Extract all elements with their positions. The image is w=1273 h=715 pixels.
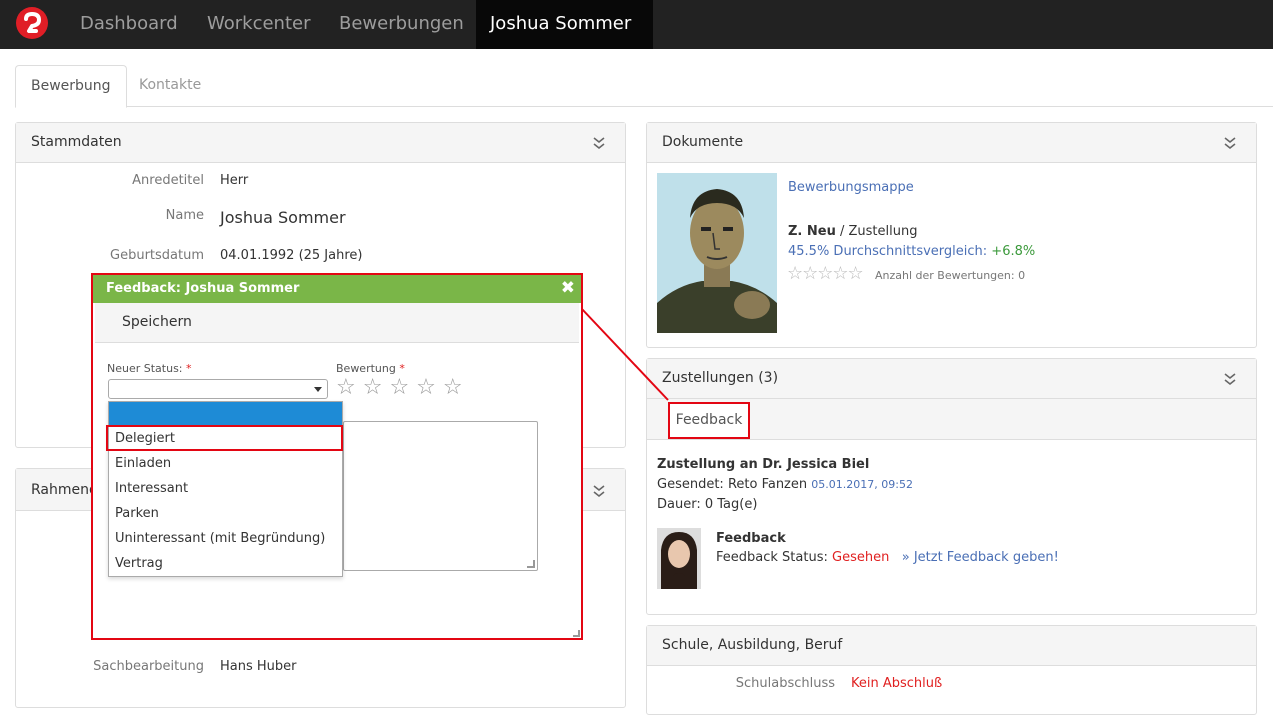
- dialog-header: Feedback: Joshua Sommer ✖: [93, 275, 581, 303]
- resize-grip-icon[interactable]: [527, 560, 535, 568]
- status-option-empty[interactable]: [109, 402, 342, 425]
- status-select[interactable]: [108, 379, 328, 399]
- dropdown-arrow-icon: [314, 387, 322, 392]
- required-marker: *: [186, 362, 192, 375]
- dialog-resize-grip-icon[interactable]: [573, 630, 580, 637]
- feedback-dialog: Feedback: Joshua Sommer ✖ Speichern Neue…: [91, 273, 583, 640]
- rating-label: Bewertung *: [336, 362, 405, 375]
- save-button[interactable]: Speichern: [122, 314, 192, 330]
- status-option-interessant[interactable]: Interessant: [109, 476, 342, 501]
- rating-star-input[interactable]: ☆☆☆☆☆: [336, 375, 470, 401]
- status-option-parken[interactable]: Parken: [109, 501, 342, 526]
- status-label: Neuer Status: *: [107, 362, 192, 375]
- feedback-textarea[interactable]: [343, 421, 538, 571]
- dialog-title: Feedback: Joshua Sommer: [106, 281, 300, 296]
- status-label-text: Neuer Status:: [107, 362, 183, 375]
- rating-label-text: Bewertung: [336, 362, 396, 375]
- highlight-box: [106, 425, 343, 451]
- status-option-einladen[interactable]: Einladen: [109, 451, 342, 476]
- status-option-vertrag[interactable]: Vertrag: [109, 551, 342, 576]
- dialog-toolbar: Speichern: [95, 303, 579, 343]
- required-marker: *: [399, 362, 405, 375]
- status-option-uninteressant[interactable]: Uninteressant (mit Begründung): [109, 526, 342, 551]
- close-icon[interactable]: ✖: [561, 278, 575, 298]
